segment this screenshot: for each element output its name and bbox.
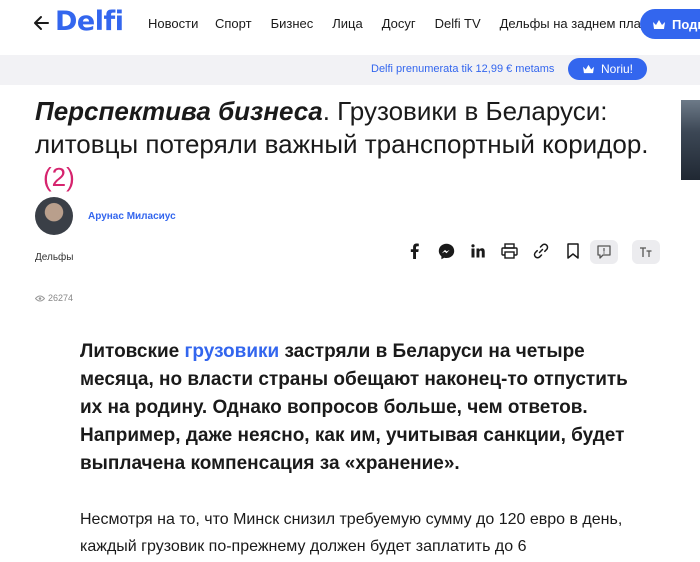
text-size-button[interactable] (632, 240, 660, 264)
article-source: Дельфы (35, 252, 74, 263)
keyword-link[interactable]: грузовики (184, 341, 279, 362)
nav-link-sport[interactable]: Спорт (215, 16, 252, 31)
save-bookmark[interactable] (564, 240, 582, 262)
author-avatar[interactable] (35, 197, 73, 235)
eye-icon (35, 295, 45, 301)
comment-icon (597, 245, 611, 259)
side-article-thumbnail[interactable] (681, 100, 700, 180)
article-lead: Литовские грузовики застряли в Беларуси … (80, 338, 640, 478)
lead-text-start: Литовские (80, 341, 185, 362)
crown-icon (653, 19, 665, 29)
nav-link-business[interactable]: Бизнес (271, 16, 314, 31)
bookmark-icon (567, 243, 579, 259)
facebook-icon (410, 243, 419, 259)
article-headline: Перспектива бизнеса. Грузовики в Беларус… (35, 95, 675, 194)
nav-link-news[interactable]: Новости (148, 16, 198, 31)
share-facebook[interactable] (405, 240, 423, 262)
view-count-value: 26274 (48, 293, 74, 303)
promo-button[interactable]: Noriu! (568, 58, 647, 80)
text-size-icon (640, 247, 652, 257)
delfi-logo[interactable]: Delfi (55, 6, 124, 37)
comments-button[interactable] (590, 240, 618, 264)
print-icon (500, 243, 518, 259)
promo-text[interactable]: Delfi prenumerata tik 12,99 € metams (371, 63, 554, 75)
subscribe-label: Подп (672, 16, 700, 32)
linkedin-icon (471, 244, 485, 258)
share-print[interactable] (499, 240, 519, 262)
view-count: 26274 (35, 293, 73, 303)
link-icon (533, 243, 549, 259)
promo-bar: Delfi prenumerata tik 12,99 € metams Nor… (0, 55, 700, 85)
top-navigation: Delfi Новости Спорт Бизнес Лица Досуг De… (0, 0, 700, 48)
promo-button-label: Noriu! (600, 62, 633, 76)
author-name[interactable]: Арунас Миласиус (88, 211, 176, 222)
share-copy-link[interactable] (531, 240, 551, 262)
headline-section: Перспектива бизнеса (35, 96, 323, 126)
subscribe-button[interactable]: Подп (640, 9, 700, 39)
comment-count[interactable]: (2) (43, 162, 75, 192)
nav-link-leisure[interactable]: Досуг (382, 16, 416, 31)
article-paragraph: Несмотря на то, что Минск снизил требуем… (80, 511, 623, 555)
nav-link-delfi-tv[interactable]: Delfi TV (435, 16, 481, 31)
share-messenger[interactable] (436, 240, 456, 262)
back-arrow-icon[interactable] (32, 13, 50, 33)
nav-link-behind-scenes[interactable]: Дельфы на заднем плане (500, 16, 656, 31)
share-linkedin[interactable] (469, 240, 487, 262)
messenger-icon (438, 243, 454, 259)
nav-link-people[interactable]: Лица (332, 16, 362, 31)
crown-icon (583, 64, 594, 74)
main-menu: Новости Спорт Бизнес Лица Досуг Delfi TV… (148, 16, 674, 31)
